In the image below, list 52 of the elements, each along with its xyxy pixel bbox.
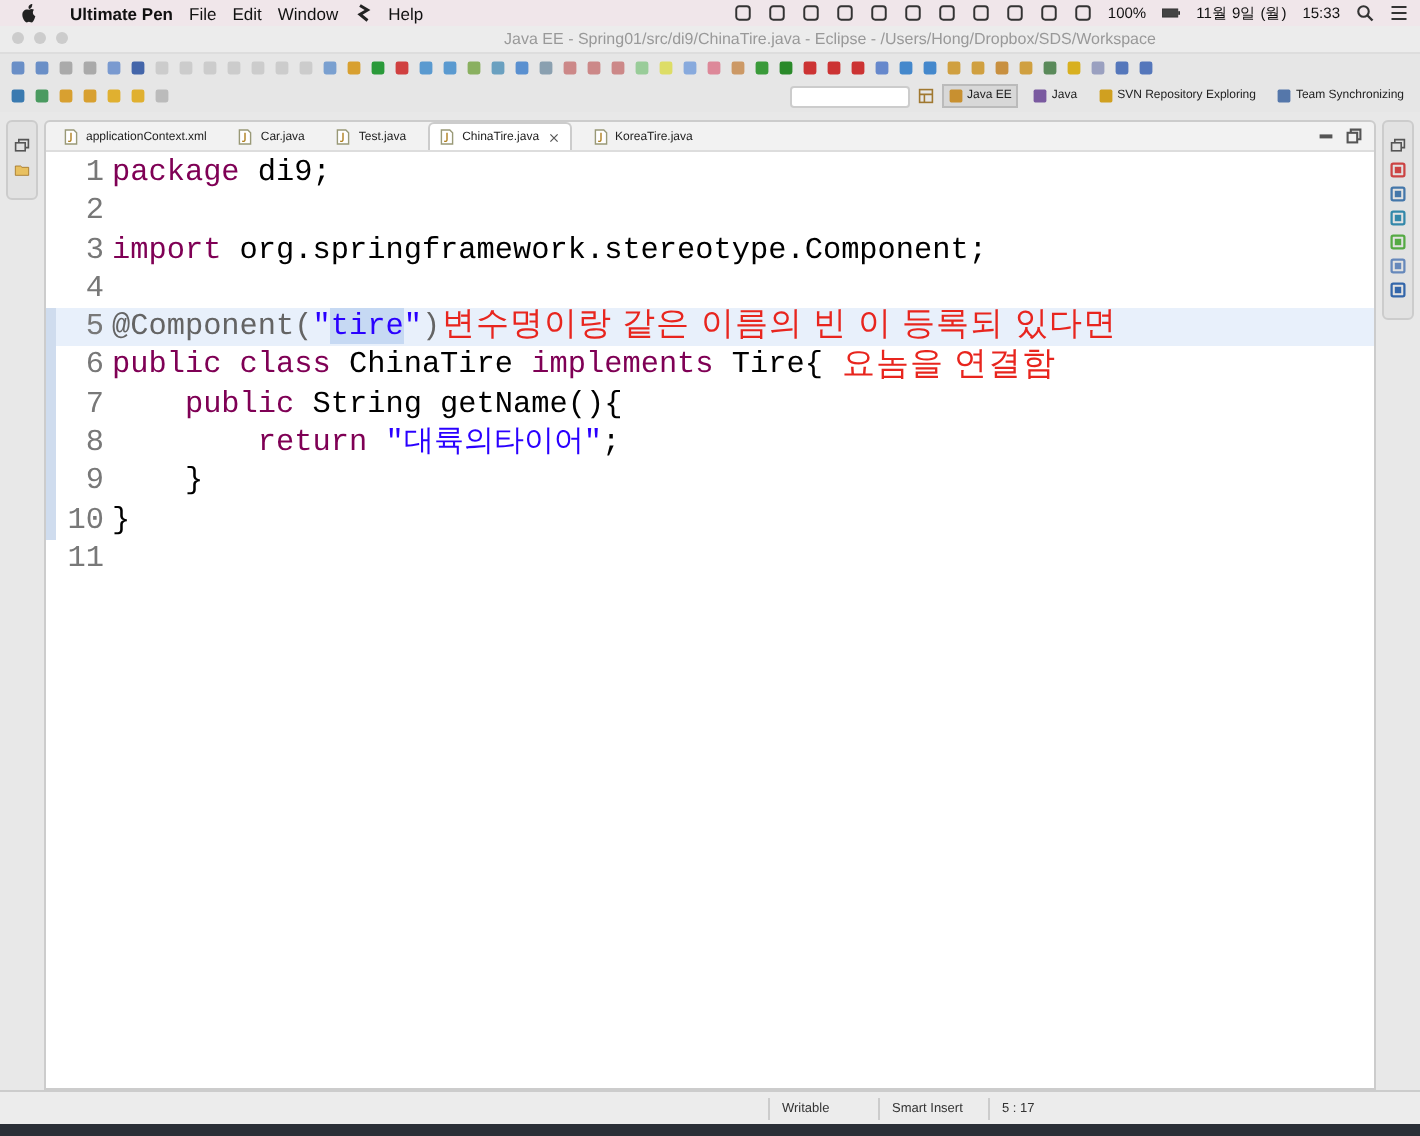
file-icon — [336, 128, 351, 146]
file-icon — [593, 128, 608, 146]
menu-item[interactable]: Edit — [232, 3, 262, 23]
search-icon[interactable] — [1356, 4, 1374, 22]
perspective-icon — [947, 88, 964, 104]
script-icon[interactable] — [354, 4, 373, 22]
file-icon — [64, 128, 78, 146]
list-icon[interactable] — [1390, 4, 1408, 22]
line-number: 2 — [83, 192, 106, 232]
line-number: 7 — [83, 385, 106, 425]
code-line: public String getName(){ — [182, 385, 623, 425]
code-line: public class ChinaTire implements Tire{ — [112, 346, 823, 386]
battery-icon[interactable] — [1162, 4, 1181, 22]
code-line: import org.springframework.stereotype.Component; — [112, 231, 987, 270]
app-menu[interactable]: Ultimate Pen — [70, 3, 173, 23]
line-number: 4 — [83, 269, 106, 309]
open-perspective-icon[interactable] — [917, 88, 934, 104]
menu-item[interactable]: File — [189, 3, 217, 23]
line-number: 1 — [83, 154, 106, 193]
zoom-window-icon[interactable] — [56, 32, 68, 44]
restore-icon[interactable] — [14, 138, 30, 154]
line-number: 11 — [65, 539, 106, 579]
apple-logo-icon[interactable] — [20, 3, 38, 23]
code-line: } — [182, 462, 204, 502]
line-number: 9 — [83, 462, 106, 502]
menu-item[interactable]: Help — [388, 3, 424, 23]
perspective-icon — [1031, 88, 1048, 104]
perspective-icon — [1275, 88, 1292, 104]
restore-icon[interactable] — [1390, 138, 1406, 154]
line-number: 10 — [65, 501, 106, 540]
close-window-icon[interactable] — [12, 32, 24, 44]
line-number: 5 — [83, 308, 106, 347]
code-line: package di9; — [112, 154, 331, 193]
folder-icon[interactable] — [14, 162, 30, 178]
file-icon — [440, 128, 455, 146]
code-line: @Component("tire") — [112, 308, 441, 347]
minimize-window-icon[interactable] — [34, 32, 46, 44]
menu-item[interactable]: Window — [277, 3, 339, 23]
code-line: } — [112, 501, 131, 540]
code-line: return "대륙의타이어"; — [255, 424, 621, 463]
window-title: Java EE - Spring01/src/di9/ChinaTire.java - Eclipse - /Users/Hong/Dropbox/SDS/Workspace — [504, 30, 1156, 48]
minimize-icon[interactable] — [1318, 128, 1334, 144]
handwritten-note: 변수명이랑 같은 이름의 빈 이 등록되 있다면 — [442, 304, 1117, 344]
quick-access-field[interactable] — [789, 85, 910, 107]
maximize-icon[interactable] — [1346, 128, 1362, 144]
perspective-icon — [1097, 88, 1114, 104]
file-icon — [238, 128, 253, 146]
handwritten-note: 요놈을 연결함 — [842, 344, 1059, 384]
line-number: 3 — [83, 231, 106, 270]
close-tab-icon[interactable] — [547, 131, 560, 143]
line-number: 8 — [83, 424, 106, 463]
line-number: 6 — [83, 346, 106, 386]
